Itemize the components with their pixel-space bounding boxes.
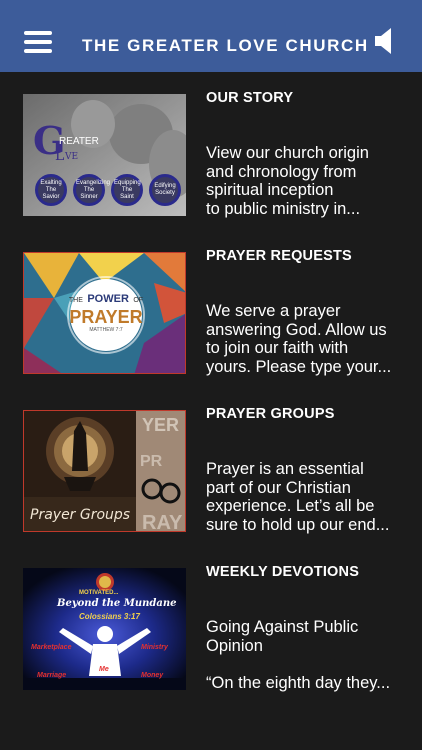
devotion-ministry-label: Ministry: [141, 644, 168, 651]
devotion-me-label: Me: [99, 666, 109, 673]
our-story-circles: Exalting The Savior Evangelizing The Sinner …: [35, 174, 185, 210]
app-title: THE GREATER LOVE CHURCH: [82, 36, 369, 55]
list-item-our-story[interactable]: G REATER L VE Exalting The Savior Evangeli…: [0, 90, 422, 222]
devotion-title-text: Beyond the Mundane: [57, 598, 177, 609]
item-description: View our church origin and chronology fr…: [206, 144, 369, 218]
hamburger-menu-icon[interactable]: [24, 31, 52, 53]
item-title: OUR STORY: [206, 90, 294, 106]
devotion-money-label: Money: [141, 672, 164, 679]
svg-text:YER: YER: [142, 415, 179, 435]
prayer-requests-title-art: THE POWER OF PRAYER MATTHEW 7:7: [68, 293, 144, 333]
item-title: PRAYER REQUESTS: [206, 248, 352, 264]
prayer-groups-thumbnail: YER PR RAY Prayer Groups: [23, 410, 186, 532]
item-title: WEEKLY DEVOTIONS: [206, 564, 360, 580]
devotion-marketplace-label: Marketplace: [31, 644, 72, 651]
item-description: We serve a prayer answering God. Allow u…: [206, 302, 392, 376]
item-title: PRAYER GROUPS: [206, 406, 335, 422]
devotion-marriage-label: Marriage: [37, 672, 67, 679]
svg-text:PR: PR: [140, 453, 163, 470]
speaker-icon[interactable]: [374, 27, 396, 55]
devotion-verse-text: Colossians 3:17: [79, 612, 140, 621]
svg-text:RAY: RAY: [142, 512, 183, 532]
our-story-logo: G REATER L VE: [33, 118, 99, 164]
prayer-groups-caption: Prayer Groups: [30, 507, 131, 523]
item-description: Prayer is an essential part of our Chris…: [206, 460, 390, 534]
prayer-requests-thumbnail: THE POWER OF PRAYER MATTHEW 7:7: [23, 252, 186, 374]
list-item-prayer-groups[interactable]: YER PR RAY Prayer Groups PRAYER GROUPS P…: [0, 406, 422, 538]
top-app-bar: THE GREATER LOVE CHURCH: [0, 0, 422, 72]
list-item-prayer-requests[interactable]: THE POWER OF PRAYER MATTHEW 7:7 PRAYER R…: [0, 248, 422, 380]
our-story-thumbnail: G REATER L VE Exalting The Savior Evangeli…: [23, 94, 186, 216]
item-description: Going Against Public Opinion “On the eig…: [206, 618, 391, 692]
devotion-motivated-text: MOTIVATED...: [79, 590, 119, 596]
weekly-devotions-thumbnail: MOTIVATED... Beyond the Mundane Colossia…: [23, 568, 186, 690]
list-item-weekly-devotions[interactable]: MOTIVATED... Beyond the Mundane Colossia…: [0, 564, 422, 696]
